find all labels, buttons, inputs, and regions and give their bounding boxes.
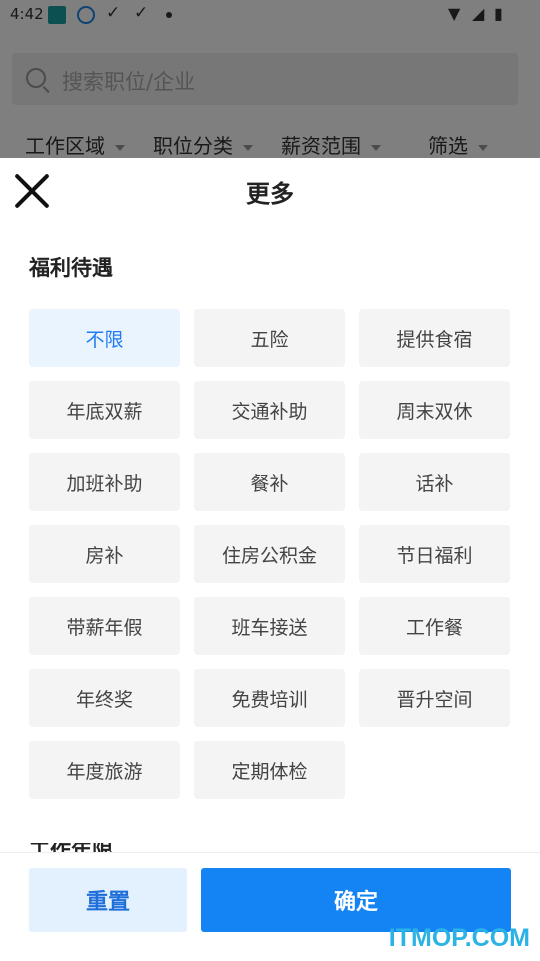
benefit-chip[interactable]: 免费培训 [194,669,345,727]
benefit-chip[interactable]: 住房公积金 [194,525,345,583]
reset-button[interactable]: 重置 [29,868,187,932]
benefit-chip[interactable]: 年度旅游 [29,741,180,799]
confirm-button[interactable]: 确定 [201,868,511,932]
benefit-chip[interactable]: 话补 [359,453,510,511]
benefit-chip[interactable]: 加班补助 [29,453,180,511]
benefit-chip[interactable]: 提供食宿 [359,309,510,367]
benefits-section-title: 福利待遇 [29,256,113,280]
benefit-chip[interactable]: 交通补助 [194,381,345,439]
benefit-chip[interactable]: 餐补 [194,453,345,511]
more-filters-sheet: 更多 福利待遇 不限 五险 提供食宿年底双薪 交通补助 周末双休加班补助 餐补 话补房补 住房… [0,158,540,961]
benefit-chip[interactable]: 晋升空间 [359,669,510,727]
benefit-chip[interactable]: 五险 [194,309,345,367]
modal-backdrop[interactable] [0,0,540,158]
benefit-chip[interactable]: 房补 [29,525,180,583]
benefit-chip[interactable]: 工作餐 [359,597,510,655]
benefit-chip[interactable]: 班车接送 [194,597,345,655]
sheet-title: 更多 [246,180,294,208]
benefit-chip[interactable]: 带薪年假 [29,597,180,655]
benefit-chip[interactable]: 定期体检 [194,741,345,799]
benefit-chip[interactable]: 不限 [29,309,180,367]
benefit-chip[interactable]: 年终奖 [29,669,180,727]
benefit-chip[interactable]: 年底双薪 [29,381,180,439]
benefit-chip[interactable]: 节日福利 [359,525,510,583]
benefit-chip[interactable]: 周末双休 [359,381,510,439]
watermark-logo: ITMOP.COM [388,924,530,952]
benefits-chip-grid: 不限 五险 提供食宿年底双薪 交通补助 周末双休加班补助 餐补 话补房补 住房公积金 节日福利带… [29,309,510,799]
